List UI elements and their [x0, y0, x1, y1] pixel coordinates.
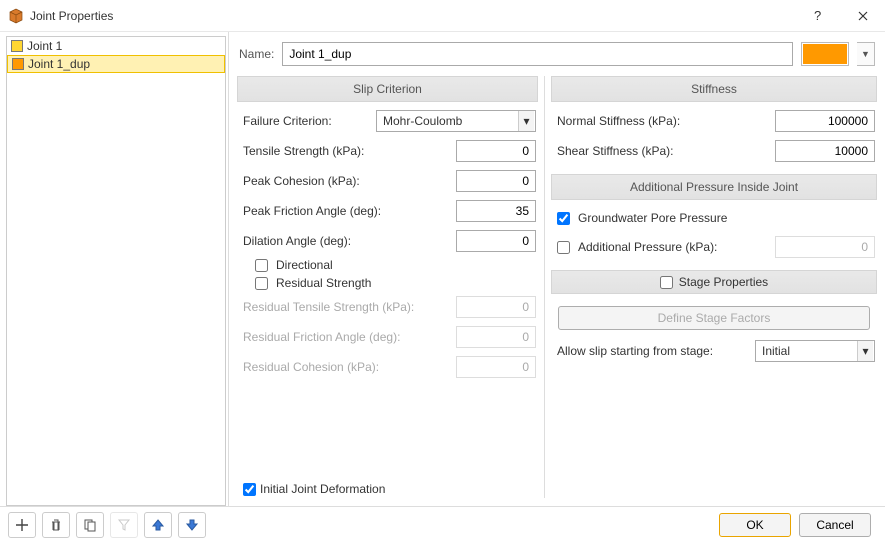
chevron-down-icon: ▾ — [857, 341, 873, 361]
initial-deformation-row: Initial Joint Deformation — [237, 480, 538, 498]
groundwater-label: Groundwater Pore Pressure — [578, 211, 727, 225]
directional-row: Directional — [237, 256, 538, 274]
move-down-button[interactable] — [178, 512, 206, 538]
joint-list-item[interactable]: Joint 1_dup — [7, 55, 225, 73]
residual-cohesion-label: Residual Cohesion (kPa): — [243, 360, 379, 374]
allow-slip-select[interactable]: Initial ▾ — [755, 340, 875, 362]
residual-cohesion-input — [456, 356, 536, 378]
dilation-angle-label: Dilation Angle (deg): — [243, 234, 351, 248]
joint-sidebar: Joint 1 Joint 1_dup — [0, 32, 229, 506]
main-area: Joint 1 Joint 1_dup Name: ▼ Slip Criteri… — [0, 32, 885, 506]
copy-button[interactable] — [76, 512, 104, 538]
groundwater-row: Groundwater Pore Pressure — [551, 204, 877, 232]
joint-item-label: Joint 1_dup — [28, 57, 90, 71]
define-stage-factors-button: Define Stage Factors — [558, 306, 871, 330]
residual-tensile-input — [456, 296, 536, 318]
tensile-strength-label: Tensile Strength (kPa): — [243, 144, 364, 158]
stage-properties-header: Stage Properties — [551, 270, 877, 294]
name-label: Name: — [239, 47, 274, 61]
residual-strength-checkbox[interactable] — [255, 277, 268, 290]
residual-strength-label: Residual Strength — [276, 276, 371, 290]
move-up-button[interactable] — [144, 512, 172, 538]
residual-friction-input — [456, 326, 536, 348]
color-button[interactable] — [801, 42, 849, 66]
delete-button[interactable] — [42, 512, 70, 538]
peak-friction-label: Peak Friction Angle (deg): — [243, 204, 381, 218]
joint-item-label: Joint 1 — [27, 39, 62, 53]
allow-slip-row: Allow slip starting from stage: Initial … — [551, 336, 877, 366]
residual-strength-row: Residual Strength — [237, 274, 538, 292]
slip-panel: Slip Criterion Failure Criterion: Mohr-C… — [237, 76, 545, 498]
dilation-angle-input[interactable] — [456, 230, 536, 252]
svg-text:?: ? — [814, 9, 821, 23]
joint-list[interactable]: Joint 1 Joint 1_dup — [6, 36, 226, 506]
footer-buttons: OK Cancel — [719, 513, 877, 537]
residual-tensile-label: Residual Tensile Strength (kPa): — [243, 300, 414, 314]
shear-stiffness-label: Shear Stiffness (kPa): — [557, 144, 674, 158]
failure-criterion-row: Failure Criterion: Mohr-Coulomb ▾ — [237, 106, 538, 136]
filter-button — [110, 512, 138, 538]
failure-criterion-select[interactable]: Mohr-Coulomb ▾ — [376, 110, 536, 132]
allow-slip-label: Allow slip starting from stage: — [557, 344, 713, 358]
peak-cohesion-label: Peak Cohesion (kPa): — [243, 174, 360, 188]
stiffness-header: Stiffness — [551, 76, 877, 102]
color-swatch — [803, 44, 847, 64]
residual-tensile-row: Residual Tensile Strength (kPa): — [237, 292, 538, 322]
help-button[interactable]: ? — [797, 0, 841, 32]
properties-content: Name: ▼ Slip Criterion Failure Criterion… — [229, 32, 885, 506]
bottom-toolbar: OK Cancel — [0, 506, 885, 542]
peak-friction-input[interactable] — [456, 200, 536, 222]
groundwater-checkbox[interactable] — [557, 212, 570, 225]
stage-properties-label: Stage Properties — [679, 275, 768, 289]
color-dropdown[interactable]: ▼ — [857, 42, 875, 66]
close-button[interactable] — [841, 0, 885, 32]
titlebar: Joint Properties ? — [0, 0, 885, 32]
shear-stiffness-input[interactable] — [775, 140, 875, 162]
name-row: Name: ▼ — [237, 38, 877, 70]
cancel-button[interactable]: Cancel — [799, 513, 871, 537]
app-icon — [8, 8, 24, 24]
joint-color-swatch — [11, 40, 23, 52]
directional-checkbox[interactable] — [255, 259, 268, 272]
directional-label: Directional — [276, 258, 333, 272]
normal-stiffness-input[interactable] — [775, 110, 875, 132]
tensile-strength-input[interactable] — [456, 140, 536, 162]
panels: Slip Criterion Failure Criterion: Mohr-C… — [237, 76, 877, 498]
initial-deformation-label: Initial Joint Deformation — [260, 482, 385, 496]
residual-friction-label: Residual Friction Angle (deg): — [243, 330, 400, 344]
joint-color-swatch — [12, 58, 24, 70]
dilation-angle-row: Dilation Angle (deg): — [237, 226, 538, 256]
shear-stiffness-row: Shear Stiffness (kPa): — [551, 136, 877, 166]
right-panel: Stiffness Normal Stiffness (kPa): Shear … — [545, 76, 877, 498]
tensile-strength-row: Tensile Strength (kPa): — [237, 136, 538, 166]
chevron-down-icon: ▾ — [518, 111, 534, 131]
stage-properties-checkbox[interactable] — [660, 276, 673, 289]
slip-header: Slip Criterion — [237, 76, 538, 102]
chevron-down-icon: ▼ — [861, 49, 870, 59]
failure-criterion-value: Mohr-Coulomb — [383, 114, 462, 128]
peak-friction-row: Peak Friction Angle (deg): — [237, 196, 538, 226]
name-input[interactable] — [282, 42, 793, 66]
initial-deformation-checkbox[interactable] — [243, 483, 256, 496]
additional-pressure-input — [775, 236, 875, 258]
allow-slip-value: Initial — [762, 344, 790, 358]
add-button[interactable] — [8, 512, 36, 538]
additional-pressure-row: Additional Pressure (kPa): — [551, 232, 877, 262]
failure-criterion-label: Failure Criterion: — [243, 114, 332, 128]
window-title: Joint Properties — [30, 9, 797, 23]
additional-pressure-checkbox[interactable] — [557, 241, 570, 254]
additional-pressure-label: Additional Pressure (kPa): — [578, 240, 717, 254]
peak-cohesion-input[interactable] — [456, 170, 536, 192]
ok-button[interactable]: OK — [719, 513, 791, 537]
normal-stiffness-label: Normal Stiffness (kPa): — [557, 114, 680, 128]
peak-cohesion-row: Peak Cohesion (kPa): — [237, 166, 538, 196]
residual-friction-row: Residual Friction Angle (deg): — [237, 322, 538, 352]
residual-cohesion-row: Residual Cohesion (kPa): — [237, 352, 538, 382]
joint-list-item[interactable]: Joint 1 — [7, 37, 225, 55]
pressure-header: Additional Pressure Inside Joint — [551, 174, 877, 200]
normal-stiffness-row: Normal Stiffness (kPa): — [551, 106, 877, 136]
